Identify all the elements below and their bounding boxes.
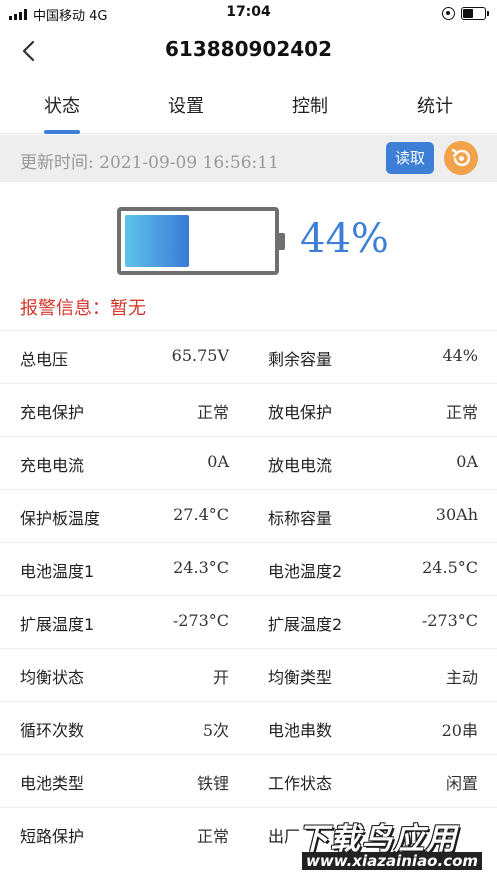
row-value-left: 27.4°C [173, 505, 229, 524]
row-value-left: 24.3°C [173, 558, 229, 577]
row-value-right: 正常 [445, 403, 478, 422]
row-label-right: 扩展温度2 [268, 615, 343, 634]
tab-bar: 状态 设置 控制 统计 [0, 78, 497, 134]
nav-bar: 613880902402 [0, 28, 497, 74]
row-label-right: 标称容量 [268, 509, 333, 528]
read-button[interactable]: 读取 [386, 142, 434, 174]
table-row: 充电电流 0A 放电电流 0A [0, 436, 497, 489]
row-value-left: 5次 [202, 721, 229, 740]
battery-percent: 44% [300, 216, 389, 262]
row-label-left: 总电压 [20, 350, 69, 369]
row-value-left: 开 [212, 668, 229, 687]
page-title: 613880902402 [165, 37, 332, 61]
row-label-left: 短路保护 [20, 827, 85, 846]
table-row: 扩展温度1 -273°C 扩展温度2 -273°C [0, 595, 497, 648]
update-bar: 更新时间: 2021-09-09 16:56:11 读取 [0, 135, 497, 182]
row-value-right: 主动 [445, 668, 478, 687]
row-label-left: 循环次数 [20, 721, 85, 740]
rotation-lock-icon [442, 7, 455, 20]
refresh-icon [451, 148, 471, 167]
tab-status[interactable]: 状态 [0, 92, 124, 118]
table-row: 电池温度1 24.3°C 电池温度2 24.5°C [0, 542, 497, 595]
row-value-right: 44% [442, 346, 478, 365]
row-value-left: 65.75V [171, 346, 229, 365]
row-label-left: 电池温度1 [20, 562, 95, 581]
tab-control[interactable]: 控制 [248, 92, 372, 118]
table-row: 充电保护 正常 放电保护 正常 [0, 383, 497, 436]
row-value-right: 闲置 [445, 774, 478, 793]
tab-statistics[interactable]: 统计 [373, 92, 497, 118]
row-value-right: 24.5°C [422, 558, 478, 577]
watermark-logo: 下载鸟应用 www.xiazainiao.com [298, 814, 497, 876]
row-label-right: 放电保护 [268, 403, 333, 422]
status-bar: 中国移动 4G 17:04 [0, 0, 497, 28]
watermark-url: www.xiazainiao.com [302, 852, 483, 870]
battery-cap [278, 233, 285, 250]
row-label-left: 电池类型 [20, 774, 85, 793]
active-tab-indicator [44, 130, 80, 134]
table-row: 循环次数 5次 电池串数 20串 [0, 701, 497, 754]
row-label-left: 充电保护 [20, 403, 85, 422]
refresh-button[interactable] [444, 141, 478, 175]
row-value-right: 20串 [441, 721, 478, 740]
row-value-left: -273°C [172, 611, 229, 630]
row-label-left: 扩展温度1 [20, 615, 95, 634]
battery-status-icon [461, 7, 489, 20]
row-label-left: 均衡状态 [20, 668, 85, 687]
tab-settings[interactable]: 设置 [124, 92, 248, 118]
row-label-right: 工作状态 [268, 774, 333, 793]
battery-level-icon [117, 207, 285, 275]
table-row: 电池类型 铁锂 工作状态 闲置 [0, 754, 497, 807]
row-value-left: 0A [207, 452, 229, 471]
row-label-right: 均衡类型 [268, 668, 333, 687]
row-value-left: 正常 [196, 403, 229, 422]
row-value-right: 0A [456, 452, 478, 471]
row-label-left: 保护板温度 [20, 509, 101, 528]
row-label-left: 充电电流 [20, 456, 85, 475]
row-value-right: 30Ah [435, 505, 478, 524]
table-row: 均衡状态 开 均衡类型 主动 [0, 648, 497, 701]
battery-fill [125, 215, 189, 267]
row-value-right: -273°C [421, 611, 478, 630]
row-label-right: 放电电流 [268, 456, 333, 475]
table-row: 保护板温度 27.4°C 标称容量 30Ah [0, 489, 497, 542]
status-time: 17:04 [226, 4, 271, 20]
row-label-right: 电池串数 [268, 721, 333, 740]
row-value-left: 铁锂 [196, 774, 229, 793]
row-value-left: 正常 [196, 827, 229, 846]
alarm-info: 报警信息：暂无 [20, 298, 146, 319]
table-row: 总电压 65.75V 剩余容量 44% [0, 330, 497, 383]
row-label-right: 剩余容量 [268, 350, 333, 369]
row-label-right: 电池温度2 [268, 562, 343, 581]
update-time-label: 更新时间: 2021-09-09 16:56:11 [20, 153, 279, 173]
row-label-right: 出厂 [268, 827, 301, 846]
